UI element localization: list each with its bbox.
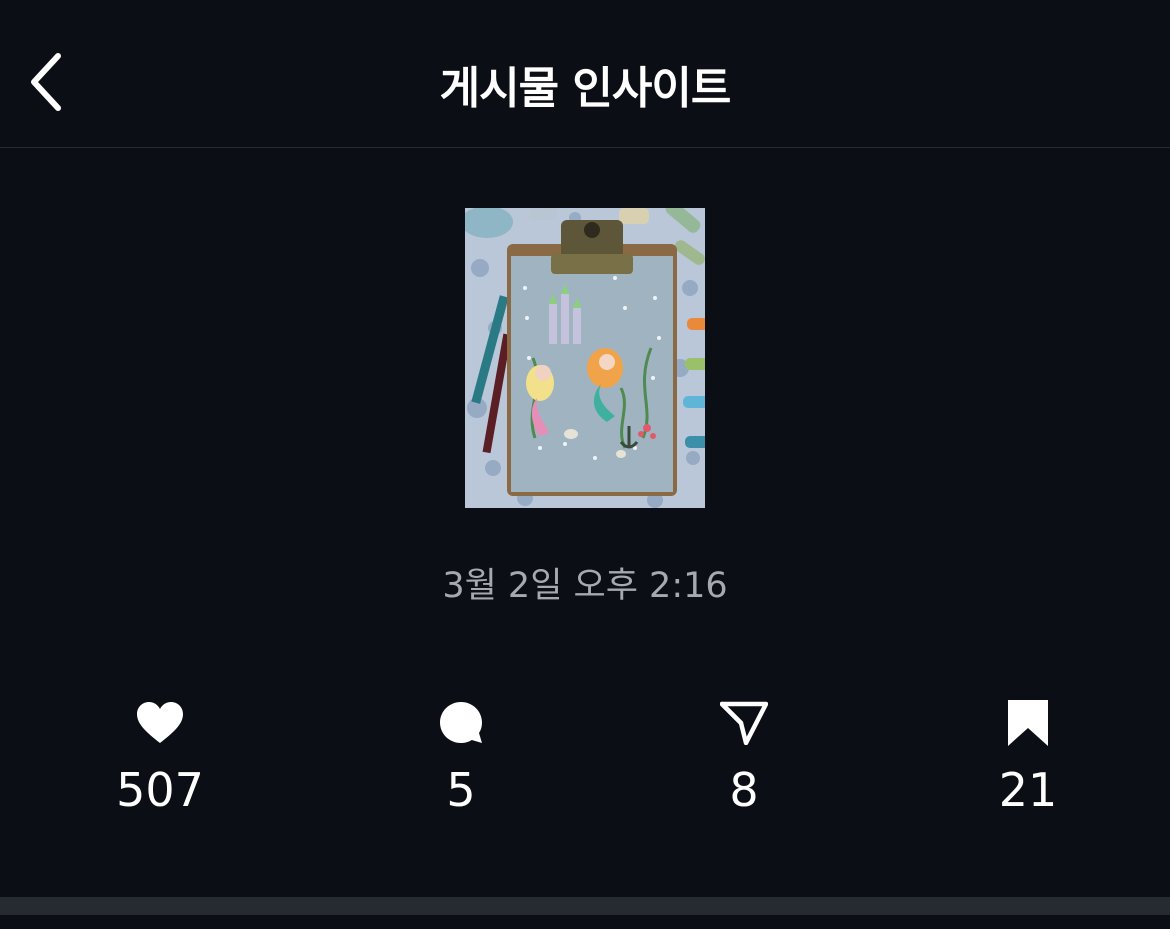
stat-comments[interactable]: 5: [361, 695, 561, 817]
heart-icon: [137, 702, 183, 743]
stat-likes[interactable]: 507: [60, 695, 260, 817]
post-image: [465, 208, 705, 508]
page-title: 게시물 인사이트: [439, 63, 732, 114]
stat-saves[interactable]: 21: [928, 695, 1128, 817]
top-bar: 게시물 인사이트: [0, 0, 1170, 148]
bookmark-icon: [1008, 700, 1048, 746]
post-insights-screen: 게시물 인사이트 3월 2일 오후 2:16 507 5 8 21: [0, 0, 1170, 929]
comment-icon: [440, 702, 482, 743]
shares-count: 8: [729, 763, 759, 817]
post-timestamp: 3월 2일 오후 2:16: [442, 566, 728, 606]
stat-shares[interactable]: 8: [644, 695, 844, 817]
saves-count: 21: [998, 763, 1058, 817]
engagement-stats: 507 5 8 21: [0, 695, 1170, 825]
section-divider: [0, 897, 1170, 915]
post-thumbnail[interactable]: [465, 208, 705, 508]
share-icon: [720, 701, 768, 745]
comments-count: 5: [446, 763, 476, 817]
likes-count: 507: [116, 763, 204, 817]
